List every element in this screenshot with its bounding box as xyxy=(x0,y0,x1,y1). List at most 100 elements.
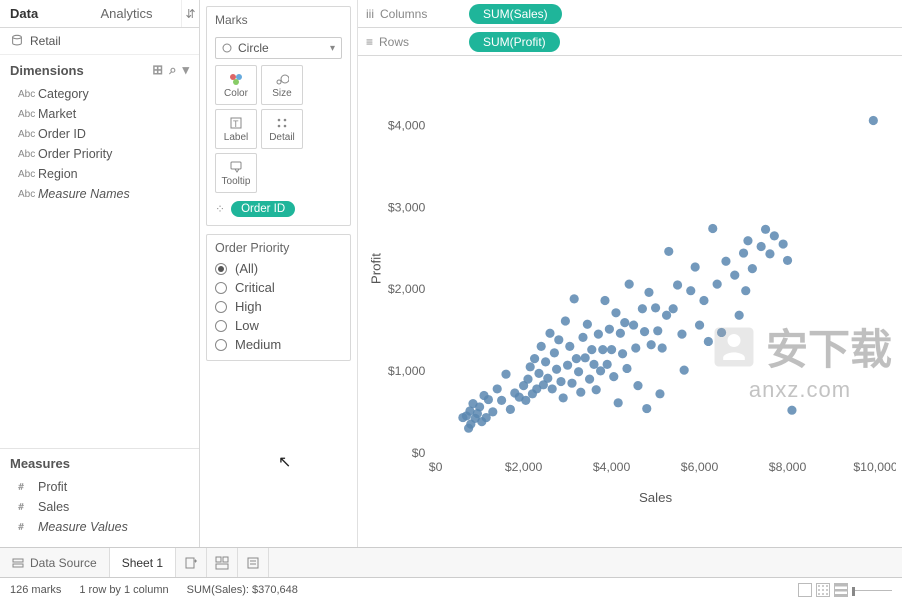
show-me-icon-1[interactable] xyxy=(798,583,812,597)
detail-shelf: ⁘ Order ID xyxy=(207,201,350,225)
tooltip-button[interactable]: Tooltip xyxy=(215,153,257,193)
columns-pill[interactable]: SUM(Sales) xyxy=(469,4,562,24)
database-icon xyxy=(10,34,24,48)
side-tabs: Data Analytics ⇵ xyxy=(0,0,199,28)
svg-text:T: T xyxy=(233,119,239,129)
filter-option[interactable]: High xyxy=(215,299,342,314)
dimension-field[interactable]: AbcOrder ID xyxy=(0,124,199,144)
filter-card: Order Priority (All)CriticalHighLowMediu… xyxy=(206,234,351,361)
option-label: Low xyxy=(235,318,259,333)
scatter-plot: $0$1,000$2,000$3,000$4,000$0$2,000$4,000… xyxy=(364,64,896,514)
filter-option[interactable]: Critical xyxy=(215,280,342,295)
svg-text:Sales: Sales xyxy=(639,490,673,505)
type-icon: Abc xyxy=(18,89,38,100)
svg-text:$10,000: $10,000 xyxy=(853,460,896,474)
status-grid: 1 row by 1 column xyxy=(79,584,168,596)
option-label: Medium xyxy=(235,337,281,352)
field-label: Sales xyxy=(38,500,69,514)
field-label: Measure Names xyxy=(38,187,130,201)
show-me-icon-3[interactable] xyxy=(834,583,848,597)
measures-title: Measures xyxy=(10,456,70,471)
field-label: Profit xyxy=(38,480,67,494)
dimensions-header: Dimensions ⊞ ⌕ ▾ xyxy=(0,55,199,82)
rows-pill[interactable]: SUM(Profit) xyxy=(469,32,560,52)
option-label: Critical xyxy=(235,280,275,295)
rows-shelf[interactable]: ≡ Rows SUM(Profit) xyxy=(358,28,902,56)
dimension-field[interactable]: AbcCategory xyxy=(0,84,199,104)
svg-text:$1,000: $1,000 xyxy=(388,364,426,378)
detail-icon xyxy=(275,116,289,130)
dimension-field[interactable]: AbcMarket xyxy=(0,104,199,124)
type-icon: Abc xyxy=(18,149,38,160)
tab-sheet1[interactable]: Sheet 1 xyxy=(110,548,176,577)
radio-icon xyxy=(215,320,227,332)
svg-text:$3,000: $3,000 xyxy=(388,200,426,214)
option-label: High xyxy=(235,299,262,314)
mark-type-label: Circle xyxy=(238,41,269,55)
new-worksheet-button[interactable] xyxy=(176,548,207,577)
radio-icon xyxy=(215,301,227,313)
type-icon: # xyxy=(18,502,38,513)
tab-data[interactable]: Data xyxy=(0,0,91,27)
slider-icon[interactable] xyxy=(852,590,892,597)
datasource-row[interactable]: Retail xyxy=(0,28,199,55)
tab-analytics[interactable]: Analytics xyxy=(91,0,182,27)
chevron-down-icon: ▾ xyxy=(330,43,335,54)
tab-data-source[interactable]: Data Source xyxy=(0,548,110,577)
columns-shelf[interactable]: iii Columns SUM(Sales) xyxy=(358,0,902,28)
detail-pill[interactable]: Order ID xyxy=(231,201,295,217)
svg-text:$4,000: $4,000 xyxy=(593,460,631,474)
dimension-field[interactable]: AbcMeasure Names xyxy=(0,184,199,204)
field-label: Category xyxy=(38,87,89,101)
filter-option[interactable]: (All) xyxy=(215,261,342,276)
svg-text:$8,000: $8,000 xyxy=(769,460,807,474)
color-button[interactable]: Color xyxy=(215,65,257,105)
radio-icon xyxy=(215,339,227,351)
dimension-field[interactable]: AbcOrder Priority xyxy=(0,144,199,164)
new-dashboard-icon xyxy=(215,556,229,570)
marks-card: Marks Circle ▾ Color Size xyxy=(206,6,351,226)
marks-title: Marks xyxy=(207,7,350,33)
filter-option[interactable]: Low xyxy=(215,318,342,333)
view-icon[interactable]: ⊞ xyxy=(152,62,163,78)
svg-text:$2,000: $2,000 xyxy=(388,282,426,296)
rows-label: Rows xyxy=(379,35,409,49)
svg-text:$6,000: $6,000 xyxy=(681,460,719,474)
tabs-menu-icon[interactable]: ⇵ xyxy=(181,0,199,27)
svg-text:$4,000: $4,000 xyxy=(388,118,426,132)
search-icon[interactable]: ⌕ xyxy=(169,62,176,78)
svg-text:$0: $0 xyxy=(412,446,426,460)
menu-icon[interactable]: ▾ xyxy=(182,62,189,78)
viz-area[interactable]: $0$1,000$2,000$3,000$4,000$0$2,000$4,000… xyxy=(358,56,902,547)
filter-option[interactable]: Medium xyxy=(215,337,342,352)
field-label: Order Priority xyxy=(38,147,112,161)
size-button[interactable]: Size xyxy=(261,65,303,105)
dimension-field[interactable]: AbcRegion xyxy=(0,164,199,184)
mark-type-select[interactable]: Circle ▾ xyxy=(215,37,342,59)
label-button[interactable]: T Label xyxy=(215,109,257,149)
dimensions-title: Dimensions xyxy=(10,63,84,78)
size-icon xyxy=(275,72,289,86)
status-marks: 126 marks xyxy=(10,584,61,596)
circle-icon xyxy=(222,43,232,53)
measure-field[interactable]: #Sales xyxy=(0,497,199,517)
measure-field[interactable]: #Profit xyxy=(0,477,199,497)
type-icon: Abc xyxy=(18,169,38,180)
svg-text:Profit: Profit xyxy=(368,253,383,284)
detail-button[interactable]: Detail xyxy=(261,109,303,149)
new-dashboard-button[interactable] xyxy=(207,548,238,577)
cards-pane: Marks Circle ▾ Color Size xyxy=(200,0,358,547)
color-icon xyxy=(229,72,243,86)
filter-options: (All) Critical High Low Medium xyxy=(207,261,350,352)
label-icon: T xyxy=(229,116,243,130)
measures-list: #Profit#Sales#Measure Values xyxy=(0,475,199,547)
field-label: Market xyxy=(38,107,76,121)
columns-label: Columns xyxy=(380,7,427,21)
measures-header: Measures xyxy=(0,449,199,475)
new-story-button[interactable] xyxy=(238,548,269,577)
radio-icon xyxy=(215,282,227,294)
field-label: Region xyxy=(38,167,78,181)
measure-field[interactable]: #Measure Values xyxy=(0,517,199,537)
dimensions-list: AbcCategoryAbcMarketAbcOrder IDAbcOrder … xyxy=(0,82,199,214)
show-me-icon-2[interactable] xyxy=(816,583,830,597)
